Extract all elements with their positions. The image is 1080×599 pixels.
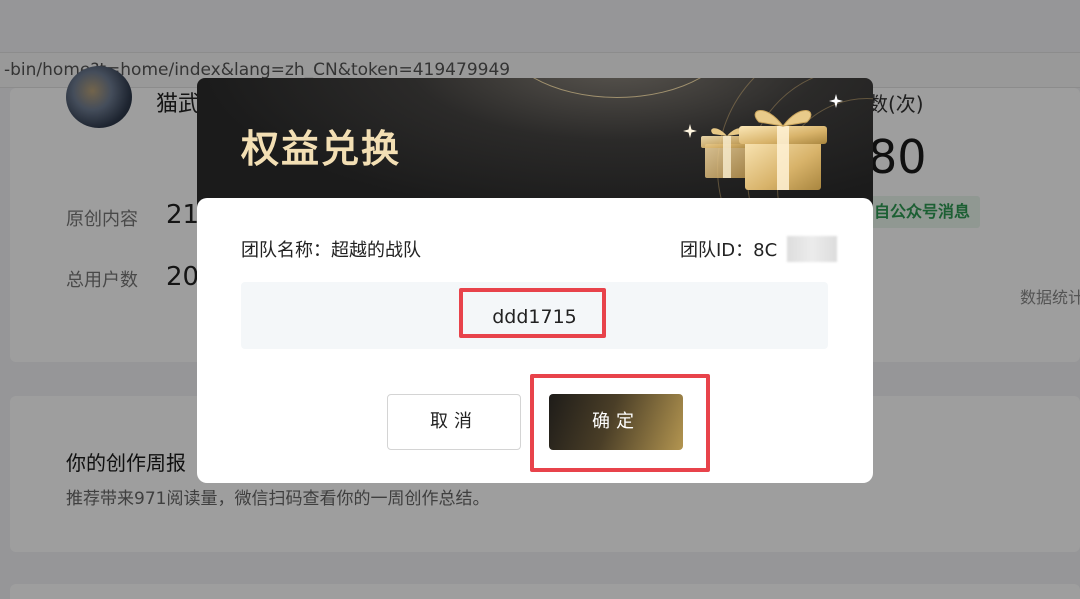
team-id: 团队ID：8C — [680, 236, 777, 262]
cancel-button[interactable]: 取消 — [387, 394, 521, 450]
code-highlight-box — [459, 288, 606, 338]
sparkle-icon — [683, 124, 697, 138]
sparkle-icon — [829, 94, 843, 108]
team-id-label: 团队ID： — [680, 240, 754, 261]
confirm-highlight-box — [530, 374, 710, 472]
team-name: 团队名称：超越的战队 — [241, 240, 421, 261]
modal-header: 权益兑换 — [197, 78, 873, 218]
team-id-redaction — [787, 236, 837, 262]
modal-title: 权益兑换 — [241, 127, 402, 171]
team-id-value: 8C — [753, 240, 778, 261]
